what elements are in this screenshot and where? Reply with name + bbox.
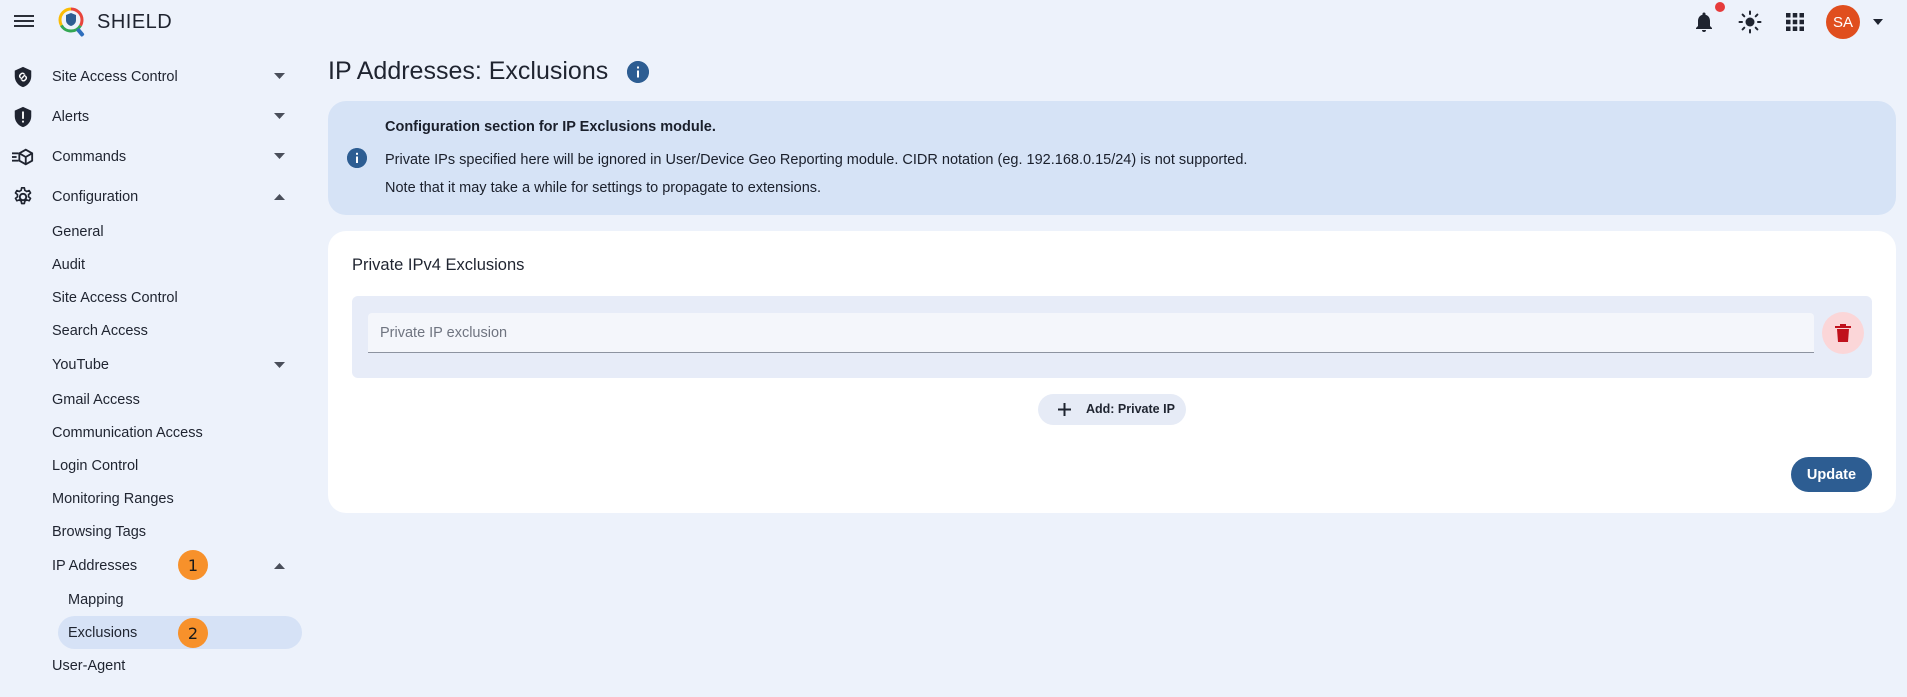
gear-icon [14, 187, 32, 205]
hamburger-menu-icon[interactable] [12, 12, 36, 32]
nav-label: Site Access Control [52, 68, 178, 85]
sidebar-item-monitoring-ranges[interactable]: Monitoring Ranges [52, 488, 174, 510]
sidebar-item-mapping[interactable]: Mapping [68, 589, 124, 611]
plus-icon [1058, 403, 1071, 416]
brightness-icon[interactable] [1738, 10, 1762, 34]
youtube-caret-down-icon[interactable] [274, 362, 285, 369]
commands-icon [12, 148, 34, 166]
sidebar-item-communication-access[interactable]: Communication Access [52, 422, 203, 444]
apps-grid-icon[interactable] [1783, 10, 1807, 34]
delete-button[interactable] [1822, 312, 1864, 354]
nav-configuration[interactable]: Configuration [0, 180, 302, 213]
sidebar-item-search-access[interactable]: Search Access [52, 320, 148, 342]
add-button-label: Add: Private IP [1086, 402, 1175, 416]
info-icon[interactable] [627, 61, 649, 83]
add-private-ip-button[interactable]: Add: Private IP [1038, 394, 1186, 425]
sidebar-item-youtube[interactable]: YouTube [52, 354, 109, 376]
info-line-2: Note that it may take a while for settin… [385, 180, 822, 196]
sidebar-item-ip-addresses[interactable]: IP Addresses [52, 555, 137, 577]
sidebar-item-user-agent[interactable]: User-Agent [52, 655, 125, 677]
nav-commands[interactable]: Commands [0, 140, 302, 173]
sidebar-item-gmail-access[interactable]: Gmail Access [52, 389, 140, 411]
ip-addresses-caret-up-icon[interactable] [274, 562, 285, 569]
sidebar-item-audit[interactable]: Audit [52, 254, 85, 276]
page-title: IP Addresses: Exclusions [328, 57, 609, 85]
info-heading: Configuration section for IP Exclusions … [385, 119, 716, 135]
caret-down-icon [274, 73, 285, 79]
sidebar-item-login-control[interactable]: Login Control [52, 455, 138, 477]
alert-shield-icon [14, 106, 32, 128]
user-avatar[interactable]: SA [1826, 5, 1860, 39]
sidebar-item-exclusions[interactable]: Exclusions [68, 622, 137, 644]
card-title: Private IPv4 Exclusions [352, 256, 525, 274]
sidebar-item-site-access-control[interactable]: Site Access Control [52, 287, 178, 309]
top-bar: SHIELD SA [0, 0, 1907, 44]
private-ip-input[interactable] [368, 313, 1814, 353]
info-line-1: Private IPs specified here will be ignor… [385, 152, 1248, 168]
nav-label: Alerts [52, 108, 90, 125]
sidebar-item-browsing-tags[interactable]: Browsing Tags [52, 521, 146, 543]
brand-name: SHIELD [97, 11, 173, 33]
link-shield-icon [14, 66, 32, 88]
nav-label: Commands [52, 148, 127, 165]
shield-logo-icon [58, 7, 85, 37]
update-button[interactable]: Update [1791, 457, 1872, 492]
caret-down-icon [274, 113, 285, 119]
caret-up-icon [274, 194, 285, 200]
trash-icon [1835, 324, 1851, 342]
nav-label: Configuration [52, 188, 139, 205]
account-caret-down-icon[interactable] [1872, 17, 1884, 27]
info-circle-icon [347, 148, 367, 168]
caret-down-icon [274, 153, 285, 159]
step-badge-2: 2 [178, 618, 208, 648]
step-badge-1: 1 [178, 550, 208, 580]
nav-alerts[interactable]: Alerts [0, 100, 302, 133]
bell-icon[interactable] [1692, 10, 1716, 34]
nav-site-access-control[interactable]: Site Access Control [0, 60, 302, 93]
sidebar-item-general[interactable]: General [52, 221, 104, 243]
notification-dot [1715, 2, 1725, 12]
